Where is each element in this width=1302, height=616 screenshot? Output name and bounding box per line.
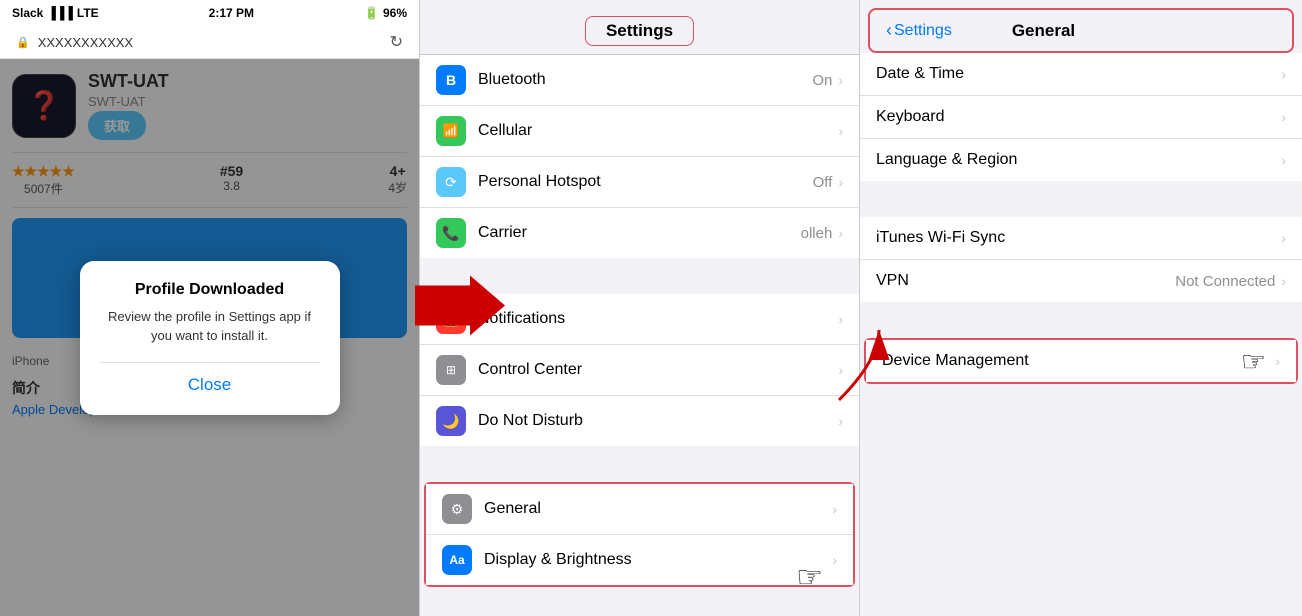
display-chevron: › — [832, 552, 837, 568]
display-label: Display & Brightness — [484, 551, 832, 569]
date-time-chevron: › — [1281, 66, 1286, 82]
settings-header: Settings — [420, 0, 859, 55]
bluetooth-value: On — [812, 72, 832, 89]
settings-gap-3 — [420, 587, 859, 616]
cellular-icon: 📶 — [436, 116, 466, 146]
status-left: Slack ▐▐▐ LTE — [12, 6, 99, 20]
general-label: General — [484, 500, 832, 518]
settings-title: Settings — [585, 16, 694, 46]
general-item-language[interactable]: Language & Region › — [860, 139, 1302, 181]
signal-bars: ▐▐▐ — [47, 6, 73, 20]
control-center-icon: ⊞ — [436, 355, 466, 385]
language-label: Language & Region — [876, 151, 1281, 169]
hand-cursor-device-icon: ☞ — [1241, 345, 1266, 378]
refresh-button[interactable]: ↻ — [390, 32, 403, 52]
battery-percent: 96% — [383, 6, 407, 20]
settings-item-bluetooth[interactable]: B Bluetooth On › — [420, 55, 859, 106]
general-item-device-management[interactable]: Device Management › — [866, 340, 1296, 382]
battery-icon: 🔋 — [364, 6, 379, 20]
url-bar[interactable]: 🔒 XXXXXXXXXXX ↻ — [0, 26, 419, 59]
itunes-chevron: › — [1281, 230, 1286, 246]
general-item-date-time[interactable]: Date & Time › — [860, 53, 1302, 96]
hotspot-label: Personal Hotspot — [478, 173, 813, 191]
general-panel: ‹ Settings General Date & Time › Keyboar… — [860, 0, 1302, 616]
date-time-label: Date & Time — [876, 65, 1281, 83]
dialog-close-button[interactable]: Close — [100, 362, 320, 395]
phone-content: ❓ SWT-UAT SWT-UAT 获取 ★★★★★ 5007件 #59 3.8… — [0, 59, 419, 616]
bluetooth-icon: B — [436, 65, 466, 95]
lock-icon: 🔒 — [16, 36, 30, 49]
hotspot-value: Off — [813, 174, 833, 191]
vpn-chevron: › — [1281, 273, 1286, 289]
profile-dialog: Profile Downloaded Review the profile in… — [80, 261, 340, 415]
general-group-3: Device Management › ☞ — [864, 338, 1298, 384]
cellular-chevron: › — [838, 123, 843, 139]
general-item-keyboard[interactable]: Keyboard › — [860, 96, 1302, 139]
carrier-value: olleh — [801, 225, 833, 242]
carrier-chevron: › — [838, 225, 843, 241]
device-management-label: Device Management — [882, 352, 1275, 370]
status-time: 2:17 PM — [209, 6, 254, 20]
dialog-overlay: Profile Downloaded Review the profile in… — [0, 59, 419, 616]
back-button[interactable]: ‹ Settings — [886, 20, 952, 41]
back-label: Settings — [894, 22, 952, 40]
do-not-disturb-label: Do Not Disturb — [478, 412, 838, 430]
status-bar: Slack ▐▐▐ LTE 2:17 PM 🔋 96% — [0, 0, 419, 26]
right-panels: Settings B Bluetooth On › 📶 Cellular › ⟳ — [420, 0, 1302, 616]
vpn-label: VPN — [876, 272, 1175, 290]
hand-cursor-icon: ☞ — [796, 560, 823, 595]
status-right: 🔋 96% — [364, 6, 407, 20]
cellular-label: Cellular — [478, 122, 838, 140]
settings-item-hotspot[interactable]: ⟳ Personal Hotspot Off › — [420, 157, 859, 208]
settings-group-1: B Bluetooth On › 📶 Cellular › ⟳ Personal… — [420, 55, 859, 258]
control-center-chevron: › — [838, 362, 843, 378]
settings-item-do-not-disturb[interactable]: 🌙 Do Not Disturb › — [420, 396, 859, 446]
url-text: XXXXXXXXXXX — [38, 35, 133, 50]
general-chevron: › — [832, 501, 837, 517]
carrier-icon: 📞 — [436, 218, 466, 248]
hotspot-icon: ⟳ — [436, 167, 466, 197]
do-not-disturb-chevron: › — [838, 413, 843, 429]
settings-gap-2 — [420, 447, 859, 482]
right-arrow-indicator — [415, 276, 505, 341]
settings-item-carrier[interactable]: 📞 Carrier olleh › — [420, 208, 859, 258]
general-page-title: General — [1012, 21, 1075, 41]
general-item-vpn[interactable]: VPN Not Connected › — [860, 260, 1302, 302]
vpn-value: Not Connected — [1175, 273, 1275, 290]
do-not-disturb-icon: 🌙 — [436, 406, 466, 436]
bluetooth-chevron: › — [838, 72, 843, 88]
bluetooth-label: Bluetooth — [478, 71, 812, 89]
general-gap-1 — [860, 182, 1302, 217]
settings-item-general[interactable]: ⚙ General › — [426, 484, 853, 535]
network-type: LTE — [77, 6, 99, 20]
settings-item-display[interactable]: Aa Display & Brightness › — [426, 535, 853, 585]
dialog-message: Review the profile in Settings app if yo… — [100, 307, 320, 346]
language-chevron: › — [1281, 152, 1286, 168]
display-icon: Aa — [442, 545, 472, 575]
back-chevron-icon: ‹ — [886, 20, 892, 41]
control-center-label: Control Center — [478, 361, 838, 379]
general-gap-2 — [860, 303, 1302, 338]
notifications-label: Notifications — [478, 310, 838, 328]
itunes-label: iTunes Wi-Fi Sync — [876, 229, 1281, 247]
general-group-2: iTunes Wi-Fi Sync › VPN Not Connected › — [860, 217, 1302, 302]
app-name-status: Slack — [12, 6, 43, 20]
general-item-itunes[interactable]: iTunes Wi-Fi Sync › — [860, 217, 1302, 260]
notifications-chevron: › — [838, 311, 843, 327]
settings-group-3: ⚙ General › Aa Display & Brightness › ☞ — [424, 482, 855, 587]
settings-item-cellular[interactable]: 📶 Cellular › — [420, 106, 859, 157]
general-icon: ⚙ — [442, 494, 472, 524]
hotspot-chevron: › — [838, 174, 843, 190]
general-group-1: Date & Time › Keyboard › Language & Regi… — [860, 53, 1302, 181]
keyboard-chevron: › — [1281, 109, 1286, 125]
device-management-chevron: › — [1275, 353, 1280, 369]
general-header: ‹ Settings General — [868, 8, 1294, 53]
keyboard-label: Keyboard — [876, 108, 1281, 126]
dialog-title: Profile Downloaded — [100, 281, 320, 299]
settings-item-control-center[interactable]: ⊞ Control Center › — [420, 345, 859, 396]
general-list: Date & Time › Keyboard › Language & Regi… — [860, 53, 1302, 616]
carrier-label: Carrier — [478, 224, 801, 242]
phone-panel: Slack ▐▐▐ LTE 2:17 PM 🔋 96% 🔒 XXXXXXXXXX… — [0, 0, 420, 616]
